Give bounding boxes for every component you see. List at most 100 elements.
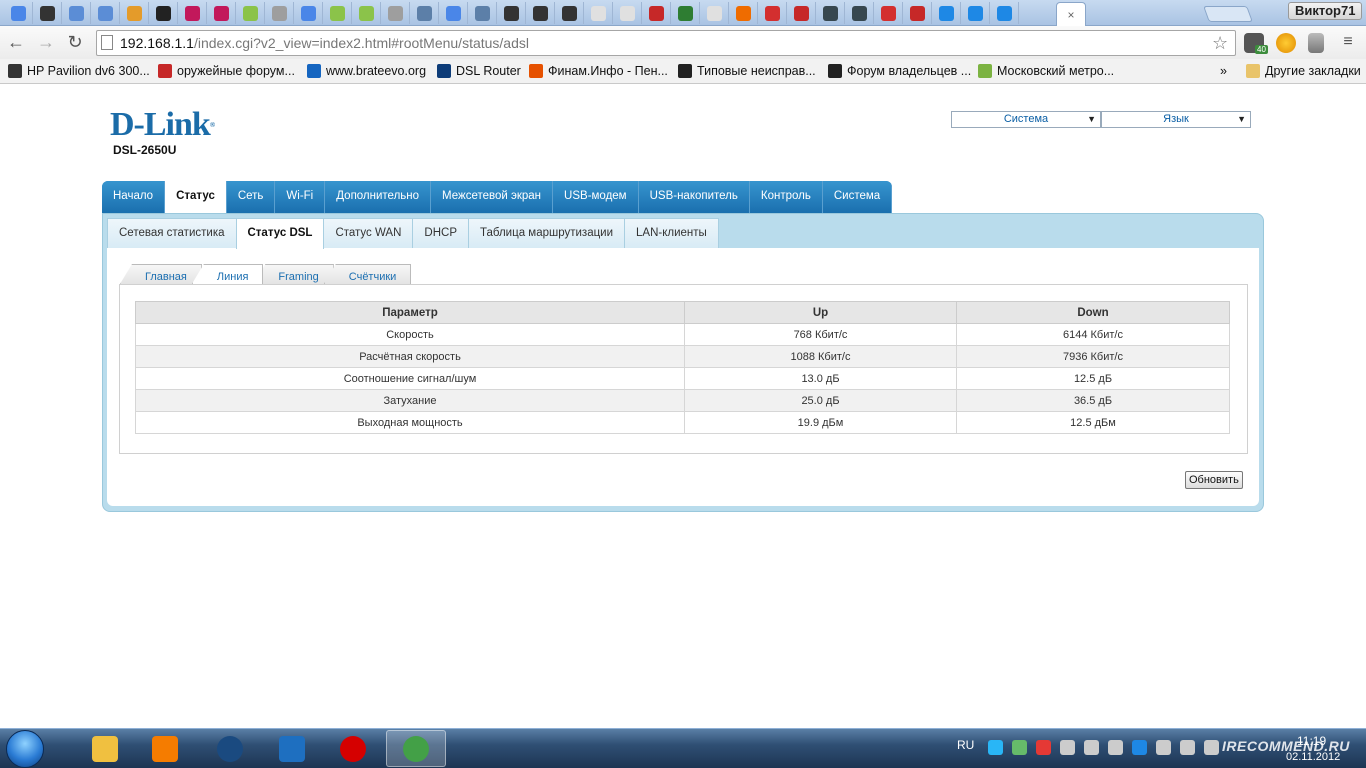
browser-tab[interactable]: [845, 2, 874, 24]
browser-tab[interactable]: [555, 2, 584, 24]
taskbar-app-check-app[interactable]: [262, 730, 322, 767]
main-menu-item[interactable]: Межсетевой экран: [431, 181, 554, 213]
taskbar-app-hp-app[interactable]: [200, 730, 260, 767]
bookmark-item[interactable]: Московский метро...: [978, 62, 1114, 80]
browser-tab[interactable]: [903, 2, 932, 24]
start-button[interactable]: [6, 730, 44, 768]
refresh-button[interactable]: Обновить: [1185, 471, 1243, 489]
input-language[interactable]: RU: [957, 738, 974, 752]
browser-tab[interactable]: [410, 2, 439, 24]
browser-tab[interactable]: [468, 2, 497, 24]
other-bookmarks[interactable]: Другие закладки: [1246, 62, 1361, 80]
sub-menu-tab[interactable]: DHCP: [412, 218, 469, 248]
browser-tab[interactable]: [149, 2, 178, 24]
tray-icon[interactable]: [988, 740, 1003, 755]
profile-name-badge[interactable]: Виктор71: [1288, 2, 1363, 20]
browser-tab[interactable]: [787, 2, 816, 24]
sub-menu-tab[interactable]: Таблица маршрутизации: [468, 218, 626, 248]
tray-icon[interactable]: [1132, 740, 1147, 755]
browser-tab[interactable]: [323, 2, 352, 24]
bookmark-item[interactable]: DSL Router: [437, 62, 521, 80]
bookmark-item[interactable]: Форум владельцев ...: [828, 62, 971, 80]
clock-time[interactable]: 11:19: [1297, 734, 1326, 748]
bookmark-item[interactable]: HP Pavilion dv6 300...: [8, 62, 150, 80]
tray-icon[interactable]: [1180, 740, 1195, 755]
back-arrow-icon[interactable]: ←: [4, 30, 28, 54]
tray-icon[interactable]: [1156, 740, 1171, 755]
browser-tab[interactable]: [120, 2, 149, 24]
taskbar-app-media-player[interactable]: [135, 730, 195, 767]
main-menu-item[interactable]: Wi-Fi: [275, 181, 326, 213]
sub-menu-tab[interactable]: LAN-клиенты: [624, 218, 719, 248]
browser-tab[interactable]: [932, 2, 961, 24]
browser-tab[interactable]: [671, 2, 700, 24]
browser-tab[interactable]: [439, 2, 468, 24]
tray-icon[interactable]: [1036, 740, 1051, 755]
main-menu-item[interactable]: Сеть: [226, 181, 276, 213]
tab-close-icon[interactable]: ×: [1067, 8, 1074, 22]
main-menu-item[interactable]: Система: [822, 181, 893, 213]
browser-tab[interactable]: [207, 2, 236, 24]
main-menu-item[interactable]: USB-накопитель: [638, 181, 750, 213]
tray-icon[interactable]: [1084, 740, 1099, 755]
inner-tab[interactable]: Главная: [120, 264, 202, 284]
browser-tab[interactable]: [33, 2, 62, 24]
inner-tab[interactable]: Линия: [191, 264, 264, 284]
browser-tab[interactable]: [294, 2, 323, 24]
extension-flame-icon[interactable]: [1276, 33, 1296, 53]
inner-tab[interactable]: Framing: [253, 264, 334, 284]
sub-menu-tab[interactable]: Статус WAN: [323, 218, 414, 248]
main-menu-item[interactable]: Контроль: [749, 181, 823, 213]
taskbar-app-chrome[interactable]: [386, 730, 446, 767]
browser-tab[interactable]: [961, 2, 990, 24]
clock-date[interactable]: 02.11.2012: [1286, 751, 1340, 763]
tray-icon[interactable]: [1060, 740, 1075, 755]
browser-tab[interactable]: [613, 2, 642, 24]
sub-menu-tab[interactable]: Сетевая статистика: [107, 218, 237, 248]
browser-tab[interactable]: [4, 2, 33, 24]
active-tab[interactable]: ×: [1056, 2, 1086, 26]
trash-icon[interactable]: [1308, 33, 1324, 53]
browser-tab[interactable]: [642, 2, 671, 24]
browser-tab[interactable]: [62, 2, 91, 24]
taskbar-app-opera[interactable]: [323, 730, 383, 767]
bookmarks-overflow-icon[interactable]: »: [1220, 62, 1227, 80]
main-menu-item[interactable]: Начало: [102, 181, 166, 213]
tray-icon[interactable]: [1108, 740, 1123, 755]
main-menu-item[interactable]: USB-модем: [553, 181, 639, 213]
browser-tab[interactable]: [700, 2, 729, 24]
browser-tab[interactable]: [236, 2, 265, 24]
taskbar-app-explorer[interactable]: [75, 730, 135, 767]
bookmark-item[interactable]: www.brateevo.org: [307, 62, 426, 80]
new-tab-button[interactable]: [1203, 6, 1253, 22]
inner-tab[interactable]: Счётчики: [323, 264, 412, 284]
browser-tab[interactable]: [816, 2, 845, 24]
browser-tab[interactable]: [352, 2, 381, 24]
system-select[interactable]: Система ▼: [951, 111, 1101, 128]
tray-icon[interactable]: [1204, 740, 1219, 755]
browser-tab[interactable]: [178, 2, 207, 24]
forward-arrow-icon[interactable]: →: [34, 30, 58, 54]
bookmark-item[interactable]: оружейные форум...: [158, 62, 295, 80]
browser-tab[interactable]: [91, 2, 120, 24]
bookmark-star-icon[interactable]: ☆: [1212, 33, 1228, 54]
main-menu-item[interactable]: Статус: [165, 181, 227, 213]
browser-tab[interactable]: [265, 2, 294, 24]
sub-menu-tab[interactable]: Статус DSL: [235, 218, 325, 249]
browser-tab[interactable]: [497, 2, 526, 24]
tray-icon[interactable]: [1012, 740, 1027, 755]
bookmark-item[interactable]: Типовые неисправ...: [678, 62, 816, 80]
reload-icon[interactable]: ↻: [63, 30, 87, 54]
browser-tab[interactable]: [526, 2, 555, 24]
menu-icon[interactable]: ≡: [1336, 30, 1360, 54]
browser-tab[interactable]: [758, 2, 787, 24]
browser-tab[interactable]: [874, 2, 903, 24]
browser-tab[interactable]: [729, 2, 758, 24]
browser-tab[interactable]: [584, 2, 613, 24]
browser-tab[interactable]: [990, 2, 1019, 24]
browser-tab[interactable]: [381, 2, 410, 24]
language-select[interactable]: Язык ▼: [1101, 111, 1251, 128]
bookmark-item[interactable]: Финам.Инфо - Пен...: [529, 62, 668, 80]
address-bar-url[interactable]: 192.168.1.1/index.cgi?v2_view=index2.htm…: [120, 34, 529, 52]
main-menu-item[interactable]: Дополнительно: [325, 181, 432, 213]
